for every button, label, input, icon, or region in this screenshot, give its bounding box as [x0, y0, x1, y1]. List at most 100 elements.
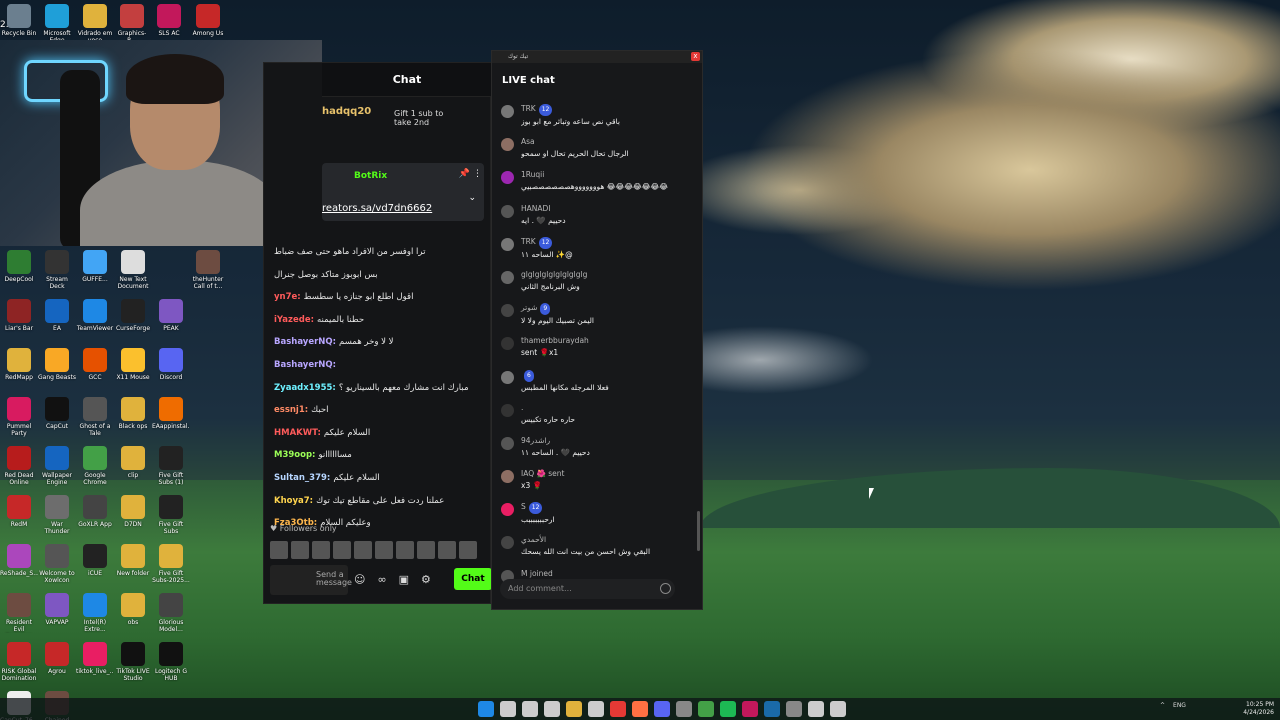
desktop-icon[interactable]: New folder — [114, 544, 152, 592]
desktop-icon[interactable]: Five Gift Subs — [152, 495, 190, 543]
desktop-icon[interactable]: Liar's Bar — [0, 299, 38, 347]
desktop-icon[interactable]: RedM — [0, 495, 38, 543]
desktop-icon[interactable]: TikTok LIVE Studio — [114, 642, 152, 690]
emoji-icon[interactable] — [660, 583, 671, 594]
taskbar-app-icon[interactable] — [676, 701, 692, 717]
chat-username[interactable]: Khoya7: — [274, 496, 313, 506]
desktop-icon[interactable]: Resident Evil Requiem — [0, 593, 38, 641]
desktop-icon[interactable]: RedMapp — [0, 348, 38, 396]
tiktok-username[interactable]: S 12 — [521, 501, 697, 515]
avatar[interactable] — [501, 503, 514, 517]
taskbar-app-icon[interactable] — [786, 701, 802, 717]
desktop-icon[interactable]: EAappinstal... — [152, 397, 190, 445]
desktop-icon[interactable]: iCUE — [76, 544, 114, 592]
desktop-icon[interactable]: GCC — [76, 348, 114, 396]
desktop-icon[interactable]: tiktok_live_... — [76, 642, 114, 690]
desktop-icon[interactable]: RISK Global Domination — [0, 642, 38, 690]
tiktok-username[interactable]: 6 — [521, 369, 697, 382]
pin-icon[interactable]: 📌 — [459, 169, 470, 179]
chat-username[interactable]: Sultan_379: — [274, 473, 330, 483]
avatar[interactable] — [501, 436, 514, 450]
kick-chat-send-button[interactable]: Chat — [454, 568, 492, 590]
tiktok-username[interactable]: TRK 12 — [521, 236, 697, 249]
desktop-icon[interactable]: Gang Beasts — [38, 348, 76, 396]
desktop-icon[interactable]: Intel(R) Extre... — [76, 593, 114, 641]
taskbar-app-icon[interactable] — [654, 701, 670, 717]
tiktok-username[interactable]: شوتر 9 — [521, 302, 697, 316]
desktop-icon[interactable]: Pummel Party — [0, 397, 38, 445]
tiktok-username[interactable]: HANADI — [521, 203, 697, 215]
tiktok-scrollbar[interactable] — [697, 511, 700, 551]
desktop-icon[interactable]: GoXLR App — [76, 495, 114, 543]
desktop-icon[interactable]: War Thunder — [38, 495, 76, 543]
tiktok-username[interactable]: M joined — [521, 568, 697, 580]
chat-username[interactable]: BashayerNQ: — [274, 360, 336, 370]
language-indicator[interactable]: ENG — [1173, 702, 1186, 709]
tiktok-username[interactable]: الأحمدي — [521, 534, 697, 546]
avatar[interactable] — [501, 470, 514, 484]
tiktok-username[interactable]: Asa — [521, 136, 697, 148]
desktop-icon[interactable]: New Text Document — [114, 250, 152, 298]
gift-username[interactable]: hadqq20 — [322, 106, 371, 117]
desktop-icon[interactable]: CurseForge — [114, 299, 152, 347]
desktop-icon[interactable]: DeepCool — [0, 250, 38, 298]
desktop-icon[interactable]: EA — [38, 299, 76, 347]
desktop-icon[interactable]: GUFFE... — [76, 250, 114, 298]
tiktok-username[interactable]: راشدر94 — [521, 435, 697, 447]
avatar[interactable] — [501, 403, 514, 417]
avatar[interactable] — [501, 536, 514, 550]
close-icon[interactable]: x — [691, 52, 700, 61]
taskbar-app-icon[interactable] — [698, 701, 714, 717]
desktop-icon[interactable]: D7DN — [114, 495, 152, 543]
chat-username[interactable]: Zyaadx1955: — [274, 383, 336, 393]
tiktok-comment-input[interactable]: Add comment... — [500, 579, 675, 599]
desktop-icon[interactable]: Welcome to Xowlcon — [38, 544, 76, 592]
tiktok-username[interactable]: . — [521, 402, 697, 414]
desktop-icon[interactable]: Glorious Model... — [152, 593, 190, 641]
kick-message-input[interactable]: Send a message — [270, 565, 352, 595]
tiktok-username[interactable]: IAQ 🌺 sent — [521, 468, 697, 480]
chat-username[interactable]: iYazede: — [274, 315, 314, 325]
taskbar-app-icon[interactable] — [632, 701, 648, 717]
chat-username[interactable]: yn7e: — [274, 292, 301, 302]
clock[interactable]: 10:25 PM 4/24/2026 — [1238, 701, 1274, 717]
avatar[interactable] — [501, 204, 514, 218]
tiktok-username[interactable]: glglglglglglglglglg — [521, 269, 697, 281]
desktop-icon[interactable]: Agrou — [38, 642, 76, 690]
tiktok-username[interactable]: 1Ruqii — [521, 169, 697, 181]
more-options-icon[interactable]: ⋮ — [473, 169, 482, 179]
desktop-icon[interactable]: Discord — [152, 348, 190, 396]
taskbar-app-icon[interactable] — [830, 701, 846, 717]
avatar[interactable] — [501, 138, 514, 152]
desktop-icon[interactable]: obs — [114, 593, 152, 641]
emote-icon[interactable]: ☺ — [354, 573, 365, 586]
avatar[interactable] — [501, 105, 514, 118]
avatar[interactable] — [501, 337, 514, 351]
taskbar-app-icon[interactable] — [588, 701, 604, 717]
taskbar-app-icon[interactable] — [522, 701, 538, 717]
search-icon[interactable] — [500, 701, 516, 717]
taskbar-app-icon[interactable] — [610, 701, 626, 717]
desktop-icon[interactable]: theHunter Call of t... — [189, 250, 227, 298]
desktop-icon[interactable]: Wallpaper Engine — [38, 446, 76, 494]
desktop-icon[interactable]: Ghost of a Tale — [76, 397, 114, 445]
tray-chevron-icon[interactable]: ^ — [1160, 702, 1165, 709]
avatar[interactable] — [501, 171, 514, 185]
desktop-icon[interactable]: PEAK — [152, 299, 190, 347]
desktop-icon[interactable]: Stream Deck — [38, 250, 76, 298]
desktop-icon[interactable]: VAPVAP — [38, 593, 76, 641]
desktop-icon[interactable]: Red Dead Online — [0, 446, 38, 494]
desktop-icon[interactable]: TeamViewer — [76, 299, 114, 347]
avatar[interactable] — [501, 237, 514, 251]
pinned-link[interactable]: reators.sa/vd7dn6662 — [322, 203, 432, 214]
taskbar-app-icon[interactable] — [566, 701, 582, 717]
kick-gift-banner[interactable]: hadqq20 Gift 1 sub to take 2nd — [322, 101, 492, 141]
pinned-message[interactable]: BotRix 📌 ⋮ reators.sa/vd7dn6662 ⌄ — [322, 163, 484, 221]
desktop-icon[interactable]: Black ops — [114, 397, 152, 445]
tiktok-username[interactable]: thamerbburaydah — [521, 335, 697, 347]
taskbar-app-icon[interactable] — [544, 701, 560, 717]
tiktok-username[interactable]: TRK 12 — [521, 103, 697, 116]
chat-username[interactable]: M39oop: — [274, 450, 315, 460]
desktop-icon[interactable]: Logitech G HUB — [152, 642, 190, 690]
chat-username[interactable]: essnj1: — [274, 405, 308, 415]
